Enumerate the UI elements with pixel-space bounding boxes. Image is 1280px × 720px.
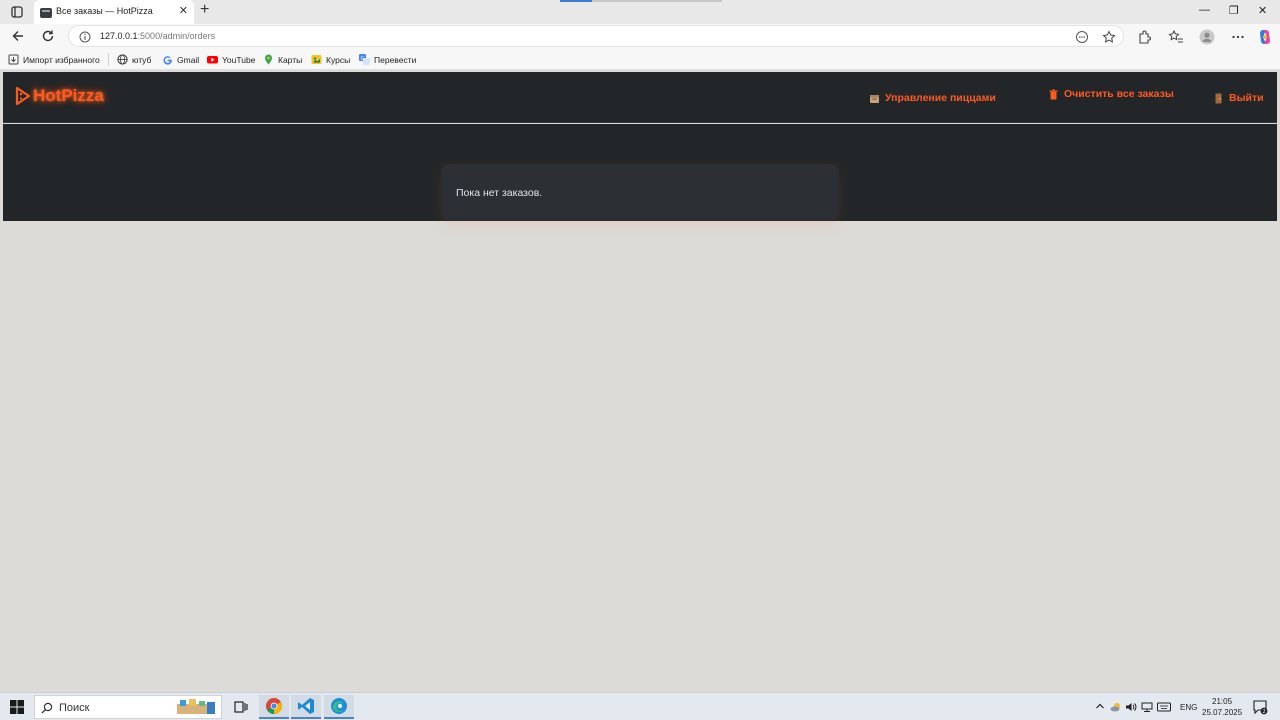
browser-tab-active[interactable]: Все заказы — HotPizza ✕ (34, 0, 194, 24)
tab-close-icon[interactable]: ✕ (179, 4, 188, 17)
notifications-icon[interactable]: 2 (1252, 699, 1268, 715)
bookmark-label: ютуб (132, 54, 152, 65)
search-icon (41, 701, 53, 714)
bookmark-gmail[interactable]: Gmail (162, 53, 199, 66)
task-view-button[interactable] (226, 695, 256, 719)
nav-logout-label: Выйти (1229, 92, 1264, 104)
pizza-slice-icon (15, 86, 31, 106)
copilot-icon[interactable] (1257, 29, 1273, 45)
tray-overflow-icon[interactable] (1095, 701, 1105, 713)
site-header: HotPizza Управление пиццами Очистить все… (3, 72, 1277, 123)
volume-icon[interactable] (1125, 701, 1137, 715)
bookmark-utub[interactable]: ютуб (117, 53, 151, 66)
empty-orders-message: Пока нет заказов. (456, 187, 543, 199)
clock-time: 21:05 (1212, 697, 1233, 706)
more-menu-icon[interactable] (1230, 29, 1246, 45)
extensions-icon[interactable] (1136, 29, 1152, 45)
door-icon (1213, 93, 1224, 104)
globe-icon (117, 54, 128, 65)
search-placeholder: Поиск (59, 702, 90, 714)
language-indicator[interactable]: ENG (1180, 703, 1197, 712)
import-icon (8, 54, 19, 65)
minimize-button[interactable]: — (1199, 4, 1210, 16)
bookmark-label: YouTube (222, 54, 256, 65)
browser-toolbar: 127.0.0.1:5000/admin/orders (0, 24, 1280, 49)
bookmark-import[interactable]: Импорт избранного (8, 53, 100, 66)
site-logo[interactable]: HotPizza (15, 86, 104, 106)
bookmark-youtube[interactable]: YouTube (207, 53, 255, 66)
new-tab-button[interactable]: + (200, 1, 209, 19)
trash-icon (1048, 88, 1059, 100)
bookmark-label: Импорт избранного (23, 54, 100, 65)
address-bar[interactable]: 127.0.0.1:5000/admin/orders (68, 25, 1124, 47)
url-host: 127.0.0.1 (100, 31, 138, 41)
url-path: :5000/admin/orders (137, 31, 216, 41)
tab-actions-icon[interactable] (8, 3, 26, 21)
bookmark-label: Карты (278, 54, 303, 65)
site-info-icon[interactable] (79, 30, 91, 43)
taskbar-clock[interactable]: 21:05 25.07.2025 (1202, 696, 1242, 718)
search-highlight-image (171, 698, 217, 716)
weather-icon[interactable] (1110, 701, 1122, 715)
taskbar-vscode[interactable] (291, 695, 321, 719)
tab-title: Все заказы — HotPizza (56, 6, 153, 16)
courses-icon (311, 54, 322, 65)
google-icon (162, 54, 173, 65)
nav-clear-orders-label: Очистить все заказы (1064, 88, 1174, 100)
clock-date: 25.07.2025 (1202, 708, 1243, 717)
tab-favicon-icon (40, 6, 52, 18)
web-page: HotPizza Управление пиццами Очистить все… (3, 72, 1277, 692)
nav-manage-pizzas-label: Управление пиццами (885, 92, 996, 104)
keyboard-icon[interactable] (1157, 701, 1171, 715)
bookmark-label: Перевести (374, 54, 417, 65)
window-drag-indicator (560, 0, 592, 2)
bookmarks-bar: Импорт избранного ютуб Gmail YouTube Кар… (0, 49, 1280, 70)
bookmark-courses[interactable]: Курсы (311, 53, 350, 66)
chrome-icon (266, 698, 282, 714)
translate-icon: G (359, 54, 370, 65)
maximize-button[interactable]: ❐ (1229, 4, 1239, 17)
maps-icon (263, 54, 274, 65)
logo-text: HotPizza (33, 86, 104, 105)
edge-icon (331, 698, 347, 714)
empty-orders-card: Пока нет заказов. (441, 164, 839, 220)
reload-button[interactable] (40, 28, 56, 44)
box-icon (869, 93, 880, 104)
bookmark-separator (108, 53, 109, 66)
taskbar-search[interactable]: Поиск (34, 695, 222, 719)
vscode-icon (298, 698, 314, 714)
profile-avatar[interactable] (1199, 29, 1215, 45)
back-button[interactable] (10, 28, 26, 44)
nav-clear-orders[interactable]: Очистить все заказы (1048, 88, 1174, 100)
network-icon[interactable] (1141, 701, 1153, 715)
nav-manage-pizzas[interactable]: Управление пиццами (869, 92, 996, 104)
window-drag-track (592, 0, 722, 2)
favorites-icon[interactable] (1168, 29, 1184, 45)
bookmark-translate[interactable]: G Перевести (359, 53, 416, 66)
svg-text:G: G (361, 56, 365, 62)
bookmark-maps[interactable]: Карты (263, 53, 302, 66)
windows-start-icon[interactable] (10, 700, 24, 714)
close-window-button[interactable]: ✕ (1258, 4, 1267, 17)
favorite-star-icon[interactable] (1102, 30, 1116, 44)
youtube-icon (207, 54, 218, 65)
reader-mode-icon[interactable] (1075, 30, 1089, 44)
taskbar-chrome[interactable] (259, 695, 289, 719)
url-text: 127.0.0.1:5000/admin/orders (100, 31, 215, 41)
notification-count: 2 (1263, 709, 1266, 715)
bookmark-label: Gmail (177, 54, 200, 65)
taskbar-edge[interactable] (324, 695, 354, 719)
browser-tab-bar: Все заказы — HotPizza ✕ + — ❐ ✕ (0, 0, 1280, 24)
windows-taskbar: Поиск ENG 21:05 25.07.2025 2 (0, 692, 1280, 720)
nav-logout[interactable]: Выйти (1213, 92, 1264, 104)
bookmark-label: Курсы (326, 54, 351, 65)
